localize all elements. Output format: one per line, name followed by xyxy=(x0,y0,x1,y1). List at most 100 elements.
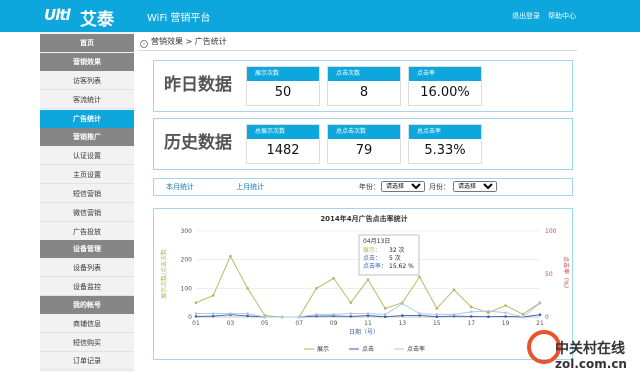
sidebar-item[interactable]: 主页设置 xyxy=(40,166,134,184)
y-right-tick: 100 xyxy=(545,228,557,235)
stat-title: 点击次数 xyxy=(328,67,400,81)
history-ctr: 总点击率 5.33% xyxy=(408,124,482,164)
month-select[interactable]: 请选择 xyxy=(453,181,497,192)
sidebar-item[interactable]: 短信购买 xyxy=(40,334,134,352)
data-point xyxy=(229,312,232,315)
stat-value: 50 xyxy=(274,85,292,100)
sidebar-item[interactable]: 首页 xyxy=(40,34,134,52)
stat-value: 5.33% xyxy=(424,143,466,158)
stat-title: 总展示次数 xyxy=(247,125,319,139)
year-label: 年份： xyxy=(359,183,380,191)
data-point xyxy=(487,309,490,313)
data-point xyxy=(504,315,507,318)
chart-panel: 2014年4月广告点击率统计 0 100 200 300 0 50 100 01 03 05 07 09… xyxy=(153,208,573,360)
data-point xyxy=(366,278,370,282)
year-select[interactable]: 请选择 xyxy=(381,181,425,192)
x-tick: 09 xyxy=(330,320,338,327)
x-tick: 11 xyxy=(364,320,372,327)
data-point xyxy=(246,314,249,318)
ctr-line-chart: 2014年4月广告点击率统计010020030005010001 03 05 07 09… xyxy=(160,214,570,353)
x-tick: 19 xyxy=(502,320,510,327)
data-point xyxy=(487,315,490,319)
sidebar-item[interactable]: 营销推广 xyxy=(40,128,134,146)
sidebar-item[interactable]: 设备监控 xyxy=(40,278,134,296)
data-point xyxy=(194,312,198,315)
sidebar: 首页 营销效果 访客列表 客流统计 广告统计 营销推广 认证设置 主页设置 短信营销 微信营销 广告… xyxy=(40,32,134,372)
data-point xyxy=(332,277,335,280)
sidebar-item[interactable]: 广告投放 xyxy=(40,223,134,241)
last-month-link[interactable]: 上月统计 xyxy=(236,182,264,192)
yesterday-impressions: 展示次数 50 xyxy=(246,66,320,106)
stat-value: 8 xyxy=(359,85,369,100)
data-point xyxy=(315,313,318,316)
sidebar-item[interactable]: 我的帐号 xyxy=(40,296,134,314)
tooltip-value: 15.62 % xyxy=(389,263,414,270)
x-tick: 17 xyxy=(467,320,475,327)
data-point xyxy=(194,315,198,318)
stat-title: 展示次数 xyxy=(247,67,319,81)
data-point xyxy=(383,315,387,319)
brand-name: 艾泰 xyxy=(80,10,114,30)
data-point xyxy=(211,312,215,315)
x-tick: 03 xyxy=(227,320,235,327)
stat-title: 总点击次数 xyxy=(328,125,400,139)
stat-title: 总点击率 xyxy=(409,125,481,139)
data-point xyxy=(332,313,335,316)
month-label: 月份： xyxy=(429,183,450,191)
data-point xyxy=(538,313,542,317)
y-right-label: 点击率（%） xyxy=(562,256,570,292)
data-point xyxy=(349,312,353,315)
x-tick: 15 xyxy=(433,320,441,327)
data-point xyxy=(349,315,353,318)
tooltip-label: 点击率： xyxy=(363,262,387,270)
data-point xyxy=(229,254,232,258)
sidebar-item[interactable]: 设备管理 xyxy=(40,240,134,258)
divider xyxy=(137,50,577,51)
breadcrumb: › 营销效果 > 广告统计 xyxy=(140,36,227,48)
sidebar-item[interactable]: 营销效果 xyxy=(40,53,134,71)
tooltip-label: 展示： xyxy=(363,247,381,254)
data-point xyxy=(263,315,267,319)
data-point xyxy=(418,312,421,315)
help-center-link[interactable]: 帮助中心 xyxy=(548,11,576,21)
stat-value: 1482 xyxy=(266,143,300,158)
sidebar-item[interactable]: 短信营销 xyxy=(40,185,134,203)
x-tick: 21 xyxy=(536,320,544,327)
data-point xyxy=(366,312,370,315)
data-point xyxy=(452,313,456,316)
data-point xyxy=(401,314,404,317)
tooltip-value: 32 次 xyxy=(389,246,405,254)
chart-title: 2014年4月广告点击率统计 xyxy=(320,214,407,223)
data-point xyxy=(504,311,507,314)
y-right-tick: 0 xyxy=(545,314,549,321)
data-point xyxy=(211,314,215,318)
legend-item: 点击 xyxy=(362,345,374,353)
stat-value: 79 xyxy=(355,143,373,158)
data-point xyxy=(401,302,404,305)
sidebar-item[interactable]: 访客列表 xyxy=(40,72,134,90)
yesterday-clicks: 点击次数 8 xyxy=(327,66,401,106)
yesterday-label: 昨日数据 xyxy=(164,75,232,95)
history-impressions: 总展示次数 1482 xyxy=(246,124,320,164)
data-point xyxy=(246,287,249,290)
data-point xyxy=(280,315,284,319)
data-point xyxy=(435,315,439,319)
x-tick: 01 xyxy=(192,320,200,327)
data-point xyxy=(469,315,473,318)
data-point xyxy=(211,294,215,297)
sidebar-item[interactable]: 广告统计 xyxy=(40,110,134,128)
sidebar-item[interactable]: 认证设置 xyxy=(40,147,134,165)
this-month-link[interactable]: 本月统计 xyxy=(166,182,194,192)
logout-link[interactable]: 退出登录 xyxy=(512,11,540,21)
y-left-tick: 300 xyxy=(181,228,193,235)
zol-watermark: 中关村在线 zol.com.cn xyxy=(527,330,637,380)
data-point xyxy=(349,301,353,304)
utt-logo-icon: Ultl xyxy=(44,6,71,24)
sidebar-item[interactable]: 商铺信息 xyxy=(40,315,134,333)
data-point xyxy=(297,315,301,319)
sidebar-item[interactable]: 客流统计 xyxy=(40,91,134,109)
sidebar-item[interactable]: 设备列表 xyxy=(40,259,134,277)
data-point xyxy=(521,312,525,316)
sidebar-item[interactable]: 微信营销 xyxy=(40,204,134,222)
sidebar-item[interactable]: 订单记录 xyxy=(40,352,134,370)
